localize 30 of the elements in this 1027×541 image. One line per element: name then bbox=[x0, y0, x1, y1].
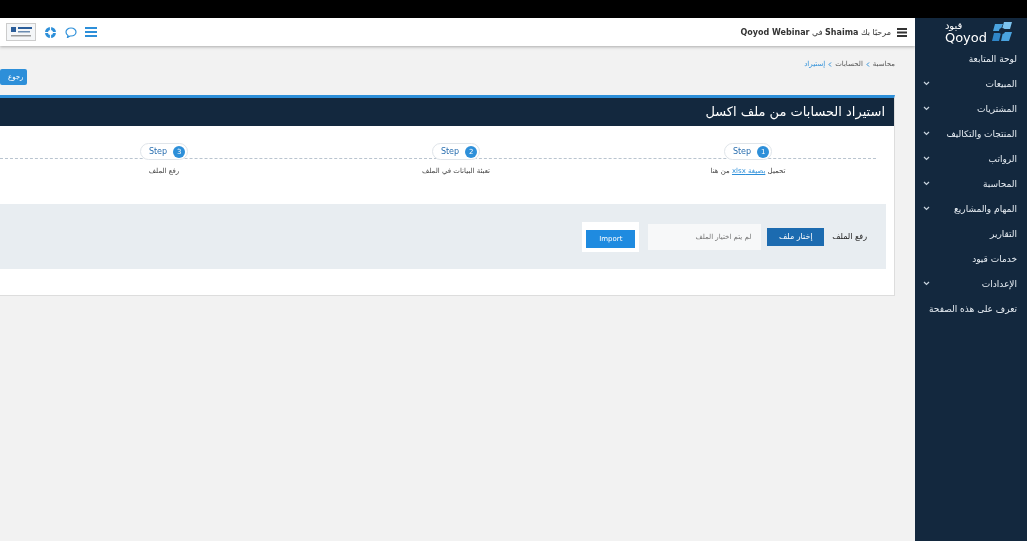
sidebar-item[interactable]: المحاسبة bbox=[915, 171, 1027, 196]
sidebar-item[interactable]: الرواتب bbox=[915, 146, 1027, 171]
company-logo-icon[interactable] bbox=[6, 23, 36, 41]
list-icon[interactable] bbox=[85, 27, 97, 37]
chevron-down-icon bbox=[923, 156, 930, 161]
logo-text: قيود bbox=[944, 20, 963, 31]
chevron-down-icon bbox=[923, 181, 930, 186]
sidebar-item[interactable]: لوحة المتابعة bbox=[915, 46, 1027, 71]
sidebar-item[interactable]: المبيعات bbox=[915, 71, 1027, 96]
upload-label: رفع الملف bbox=[832, 232, 867, 241]
chevron-down-icon bbox=[923, 281, 930, 286]
card-title: استيراد الحسابات من ملف اكسل bbox=[0, 98, 894, 126]
sidebar-item[interactable]: التقارير bbox=[915, 221, 1027, 246]
logo-text: Qoyod bbox=[944, 30, 987, 44]
lifebuoy-icon[interactable] bbox=[44, 25, 57, 39]
chevron-left-icon bbox=[865, 61, 870, 67]
sidebar-item[interactable]: المشتريات bbox=[915, 96, 1027, 121]
chevron-down-icon bbox=[923, 131, 930, 136]
chevron-left-icon bbox=[828, 61, 833, 67]
sidebar-item[interactable]: المهام والمشاريع bbox=[915, 196, 1027, 221]
chat-icon[interactable] bbox=[65, 26, 77, 38]
sidebar-item[interactable]: خدمات قيود bbox=[915, 246, 1027, 271]
sidebar-item[interactable]: الإعدادات bbox=[915, 271, 1027, 296]
chevron-down-icon bbox=[923, 106, 930, 111]
sidebar-item[interactable]: المنتجات والتكاليف bbox=[915, 121, 1027, 146]
choose-file-button[interactable]: إختار ملف bbox=[767, 227, 825, 246]
sidebar-item[interactable]: تعرف على هذه الصفحة bbox=[915, 296, 1027, 321]
menu-icon[interactable] bbox=[897, 27, 907, 37]
chevron-down-icon bbox=[923, 81, 930, 86]
chevron-down-icon bbox=[923, 206, 930, 211]
